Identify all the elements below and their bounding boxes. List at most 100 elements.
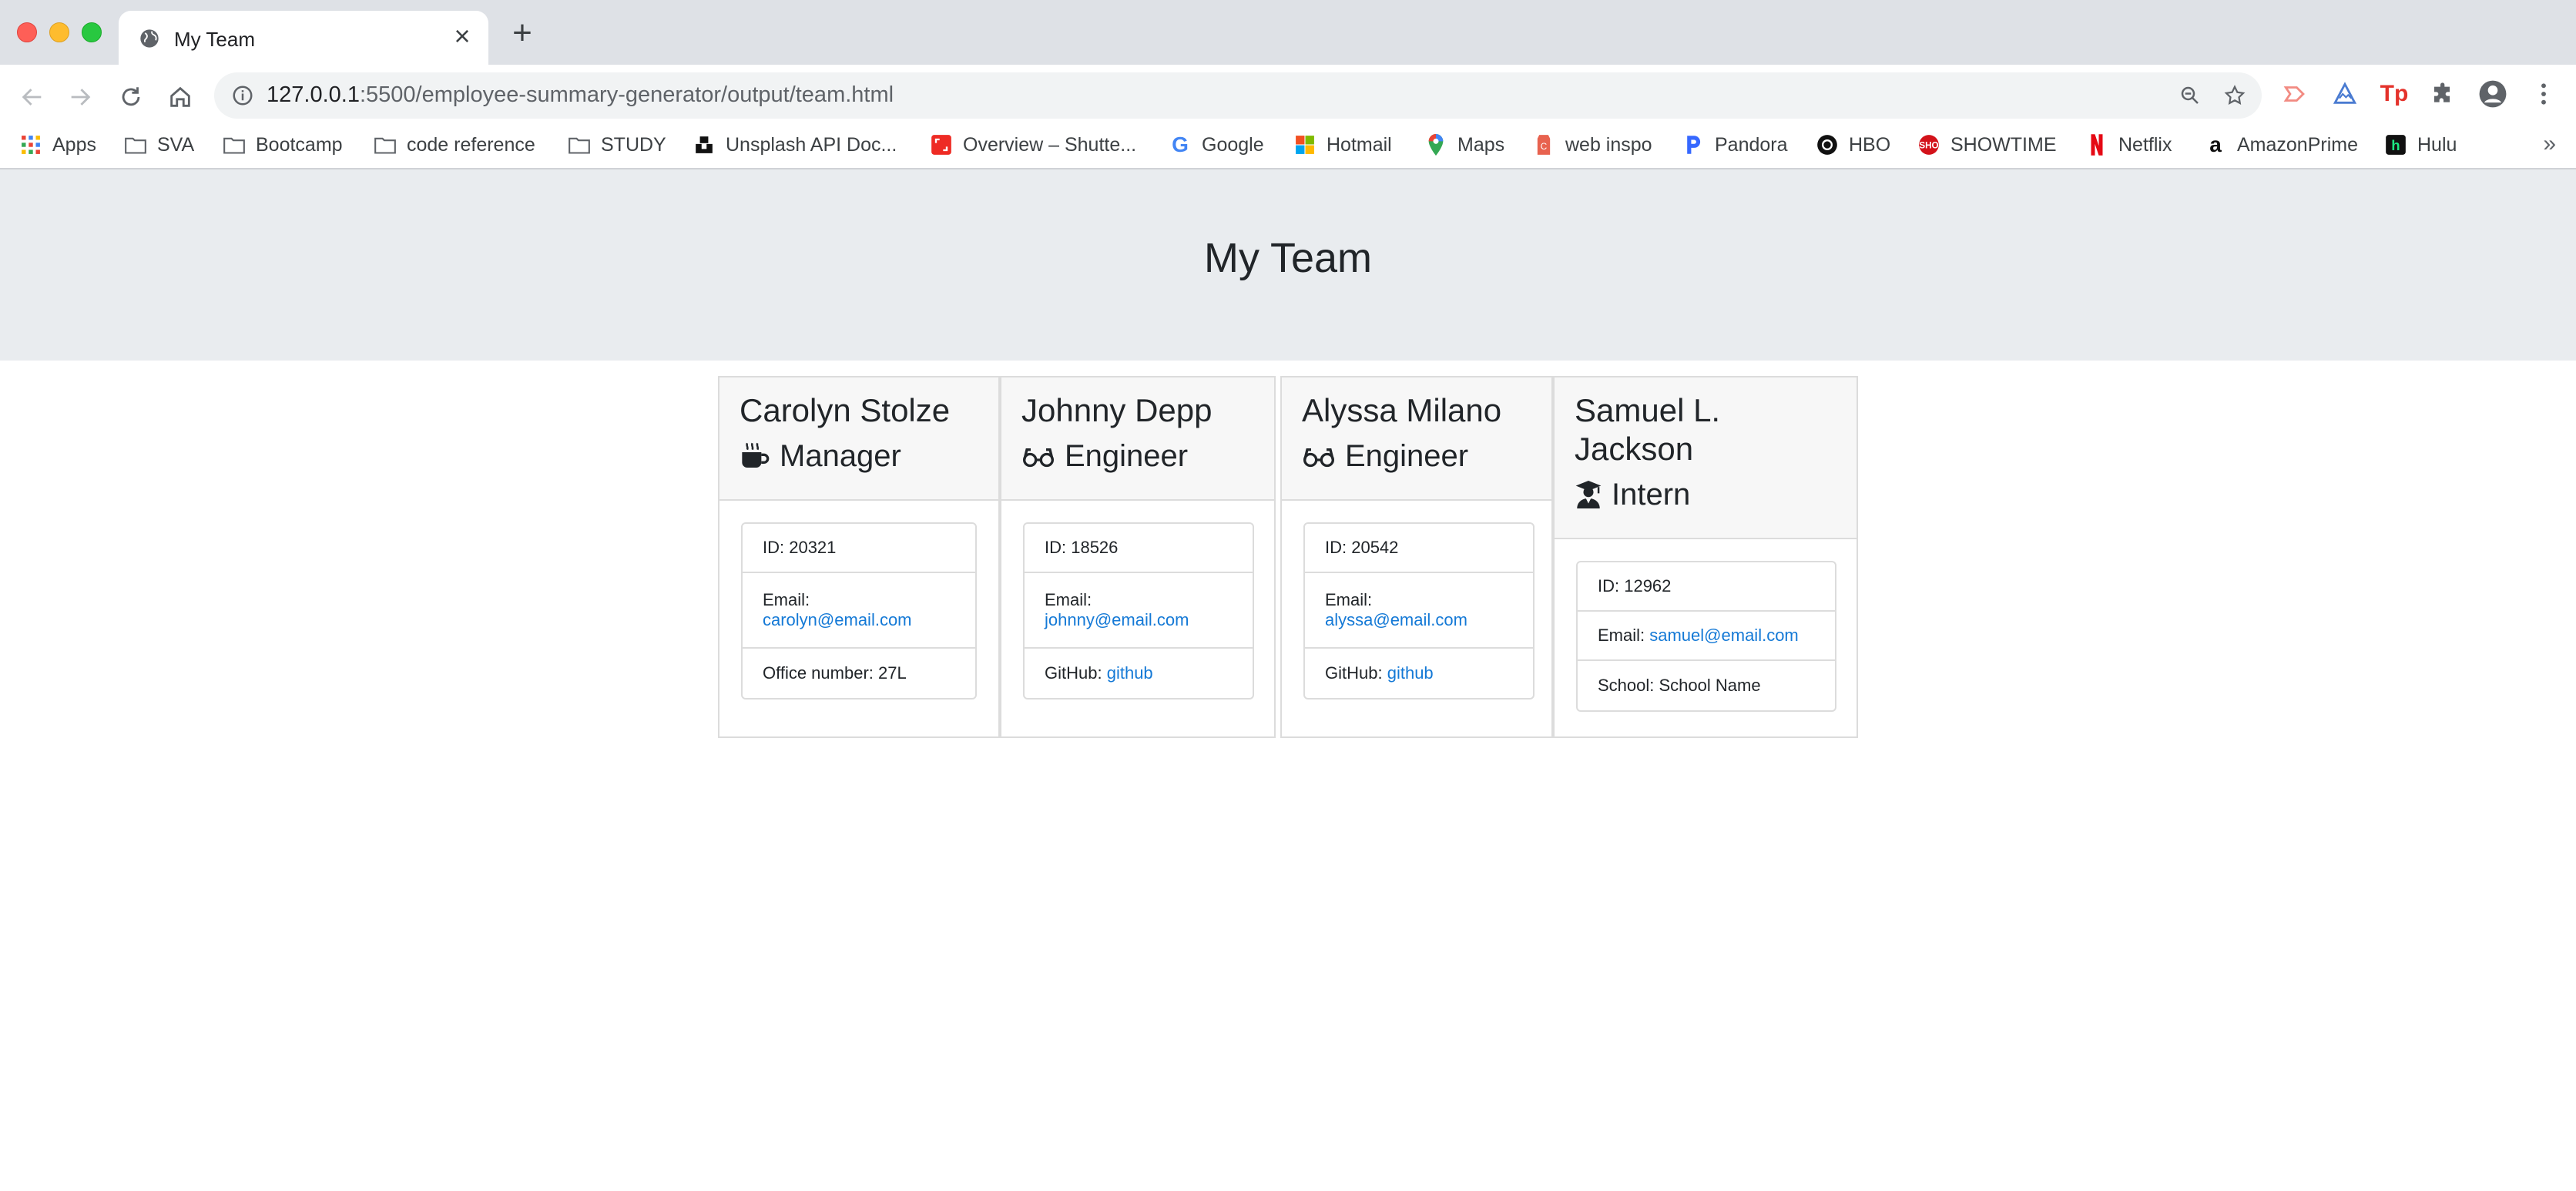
browser-tab-active[interactable]: My Team × [119,11,488,65]
github-link[interactable]: github [1387,663,1434,683]
maps-pin-icon [1425,134,1447,156]
tab-close-icon[interactable]: × [448,22,476,50]
extension-tp-icon[interactable]: Tp [2379,79,2410,109]
web-inspo-icon: C [1533,134,1555,156]
employee-school: School: School Name [1578,661,1835,710]
email-prefix: Email: [1045,590,1092,609]
employee-email: Email: alyssa@email.com [1305,573,1533,649]
svg-text:h: h [2391,137,2400,153]
employee-email: Email: johnny@email.com [1025,573,1253,649]
bookmark-code-reference[interactable]: code reference [374,125,535,165]
email-prefix: Email: [1598,626,1645,645]
card-header: Alyssa Milano Engineer [1282,377,1551,501]
bookmark-label: Bootcamp [256,133,343,156]
browser-menu-icon[interactable] [2528,79,2559,109]
employee-card-intern: Samuel L. Jackson Intern ID: 12962 Email… [1553,376,1858,738]
school-text: School: School Name [1598,676,1761,695]
github-link[interactable]: github [1107,663,1153,683]
bookmark-showtime[interactable]: SHO SHOWTIME [1918,125,2057,165]
email-link[interactable]: carolyn@email.com [763,610,955,630]
folder-icon [374,134,396,156]
employee-name-line1: Samuel L. [1575,392,1721,428]
amazon-icon: a [2209,133,2222,156]
bookmark-maps[interactable]: Maps [1425,125,1504,165]
bookmark-label: HBO [1849,133,1891,156]
bookmark-netflix[interactable]: Netflix [2086,125,2172,165]
employee-details-list: ID: 18526 Email: johnny@email.com GitHub… [1023,522,1254,700]
bookmark-web-inspo[interactable]: Cweb inspo [1533,125,1652,165]
employee-email: Email: carolyn@email.com [743,573,975,649]
employee-card-engineer: Johnny Depp Engineer ID: 18526 Email: jo… [1000,376,1276,738]
window-close-button[interactable] [17,22,37,42]
window-minimize-button[interactable] [49,22,69,42]
employee-office-number: Office number: 27L [743,649,975,698]
email-prefix: Email: [763,590,810,609]
forward-icon[interactable] [62,79,99,116]
email-link[interactable]: alyssa@email.com [1325,610,1513,630]
address-bar[interactable]: 127.0.0.1:5500/employee-summary-generato… [214,72,2262,119]
bookmark-hulu[interactable]: h Hulu [2385,125,2457,165]
bookmark-label: Unsplash API Doc... [726,133,897,156]
id-text: ID: 18526 [1045,538,1119,557]
bookmark-shutterstock[interactable]: Overview – Shutte... [931,125,1136,165]
bookmark-hotmail[interactable]: Hotmail [1294,125,1392,165]
bookmark-label: SHOWTIME [1950,133,2057,156]
bookmark-label: Hulu [2417,133,2457,156]
email-link[interactable]: johnny@email.com [1045,610,1233,630]
card-header: Samuel L. Jackson Intern [1555,377,1857,539]
bookmark-sva[interactable]: SVA [125,125,194,165]
folder-icon [223,134,245,156]
glasses-icon [1022,448,1054,468]
extensions-puzzle-icon[interactable] [2428,79,2459,109]
home-icon[interactable] [162,79,199,116]
email-link[interactable]: samuel@email.com [1649,626,1799,645]
svg-text:C: C [1541,142,1547,152]
shutterstock-icon [931,134,952,156]
zoom-icon[interactable] [2179,84,2202,107]
bookmark-bootcamp[interactable]: Bootcamp [223,125,343,165]
github-prefix: GitHub: [1325,663,1383,683]
new-tab-icon[interactable]: + [508,16,536,50]
bookmark-google[interactable]: G Google [1169,125,1264,165]
bookmarks-overflow-button[interactable]: » [2543,131,2556,157]
employee-github: GitHub: github [1305,649,1533,698]
employee-details-list: ID: 12962 Email: samuel@email.com School… [1576,561,1836,712]
netflix-icon [2086,134,2108,156]
showtime-icon: SHO [1918,134,1940,156]
url-path: :5500/employee-summary-generator/output/… [359,82,894,107]
bookmark-star-icon[interactable] [2223,84,2246,107]
site-info-icon[interactable] [231,84,254,107]
bookmark-label: Hotmail [1327,133,1392,156]
extension-cast-icon[interactable] [2280,79,2311,109]
bookmark-apps[interactable]: Apps [20,125,96,165]
bookmark-label: web inspo [1565,133,1652,156]
card-header: Carolyn Stolze Manager [719,377,998,501]
bookmark-unsplash[interactable]: Unsplash API Doc... [693,125,897,165]
employee-role: Manager [740,438,978,475]
bookmark-study[interactable]: STUDY [569,125,666,165]
browser-tab-strip: My Team × + [0,0,2576,65]
bookmark-label: Netflix [2118,133,2172,156]
globe-icon [140,29,159,48]
reload-icon[interactable] [112,79,149,116]
tab-title: My Team [174,28,255,51]
bookmark-amazon-prime[interactable]: a AmazonPrime [2205,125,2358,165]
bookmark-label: code reference [407,133,535,156]
employee-role: Engineer [1021,438,1254,475]
employee-role: Engineer [1302,438,1531,475]
back-icon[interactable] [14,79,51,116]
window-maximize-button[interactable] [82,22,102,42]
bookmark-pandora[interactable]: Pandora [1682,125,1788,165]
bookmark-hbo[interactable]: HBO [1816,125,1890,165]
employee-role-label: Engineer [1345,439,1469,473]
extension-triangle-icon[interactable] [2329,79,2360,109]
pandora-icon [1682,134,1704,156]
id-text: ID: 20321 [763,538,837,557]
browser-toolbar: 127.0.0.1:5500/employee-summary-generato… [0,65,2576,185]
profile-avatar-icon[interactable] [2477,79,2508,109]
mug-icon [742,442,770,468]
employee-name: Carolyn Stolze [740,392,951,428]
employee-name: Johnny Depp [1021,392,1213,428]
url-host: 127.0.0.1 [267,82,360,107]
url-text[interactable]: 127.0.0.1:5500/employee-summary-generato… [267,82,894,108]
